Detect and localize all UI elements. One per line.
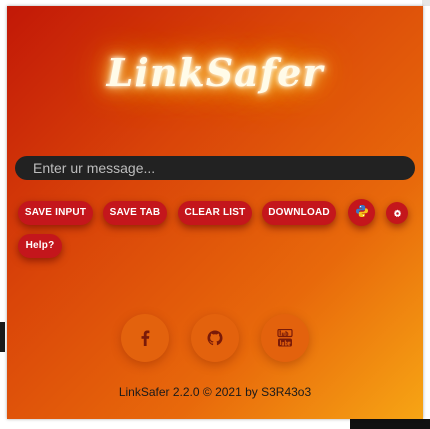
clear-list-button[interactable]: CLEAR LIST [178, 201, 252, 225]
browser-window-edge-bottom [350, 419, 430, 429]
youtube-link[interactable] [261, 314, 309, 362]
footer-credits: LinkSafer 2.2.0 © 2021 by S3R43o3 [118, 385, 312, 399]
github-icon [207, 330, 223, 346]
settings-button[interactable] [386, 202, 408, 224]
gear-icon [393, 206, 402, 221]
facebook-icon [139, 330, 151, 346]
browser-window-edge [0, 322, 5, 352]
help-button[interactable]: Help? [18, 234, 62, 258]
python-icon [355, 204, 369, 221]
python-button[interactable] [348, 199, 375, 226]
save-tab-button[interactable]: SAVE TAB [103, 201, 167, 225]
app-logo: LinkSafer [106, 50, 324, 95]
browser-scroll-corner [422, 0, 430, 6]
message-input[interactable] [15, 156, 415, 180]
facebook-link[interactable] [121, 314, 169, 362]
youtube-icon [277, 329, 293, 347]
extension-popup: LinkSafer SAVE INPUT SAVE TAB CLEAR LIST… [7, 6, 423, 419]
save-input-button[interactable]: SAVE INPUT [18, 201, 93, 225]
download-button[interactable]: DOWNLOAD [262, 201, 336, 225]
github-link[interactable] [191, 314, 239, 362]
